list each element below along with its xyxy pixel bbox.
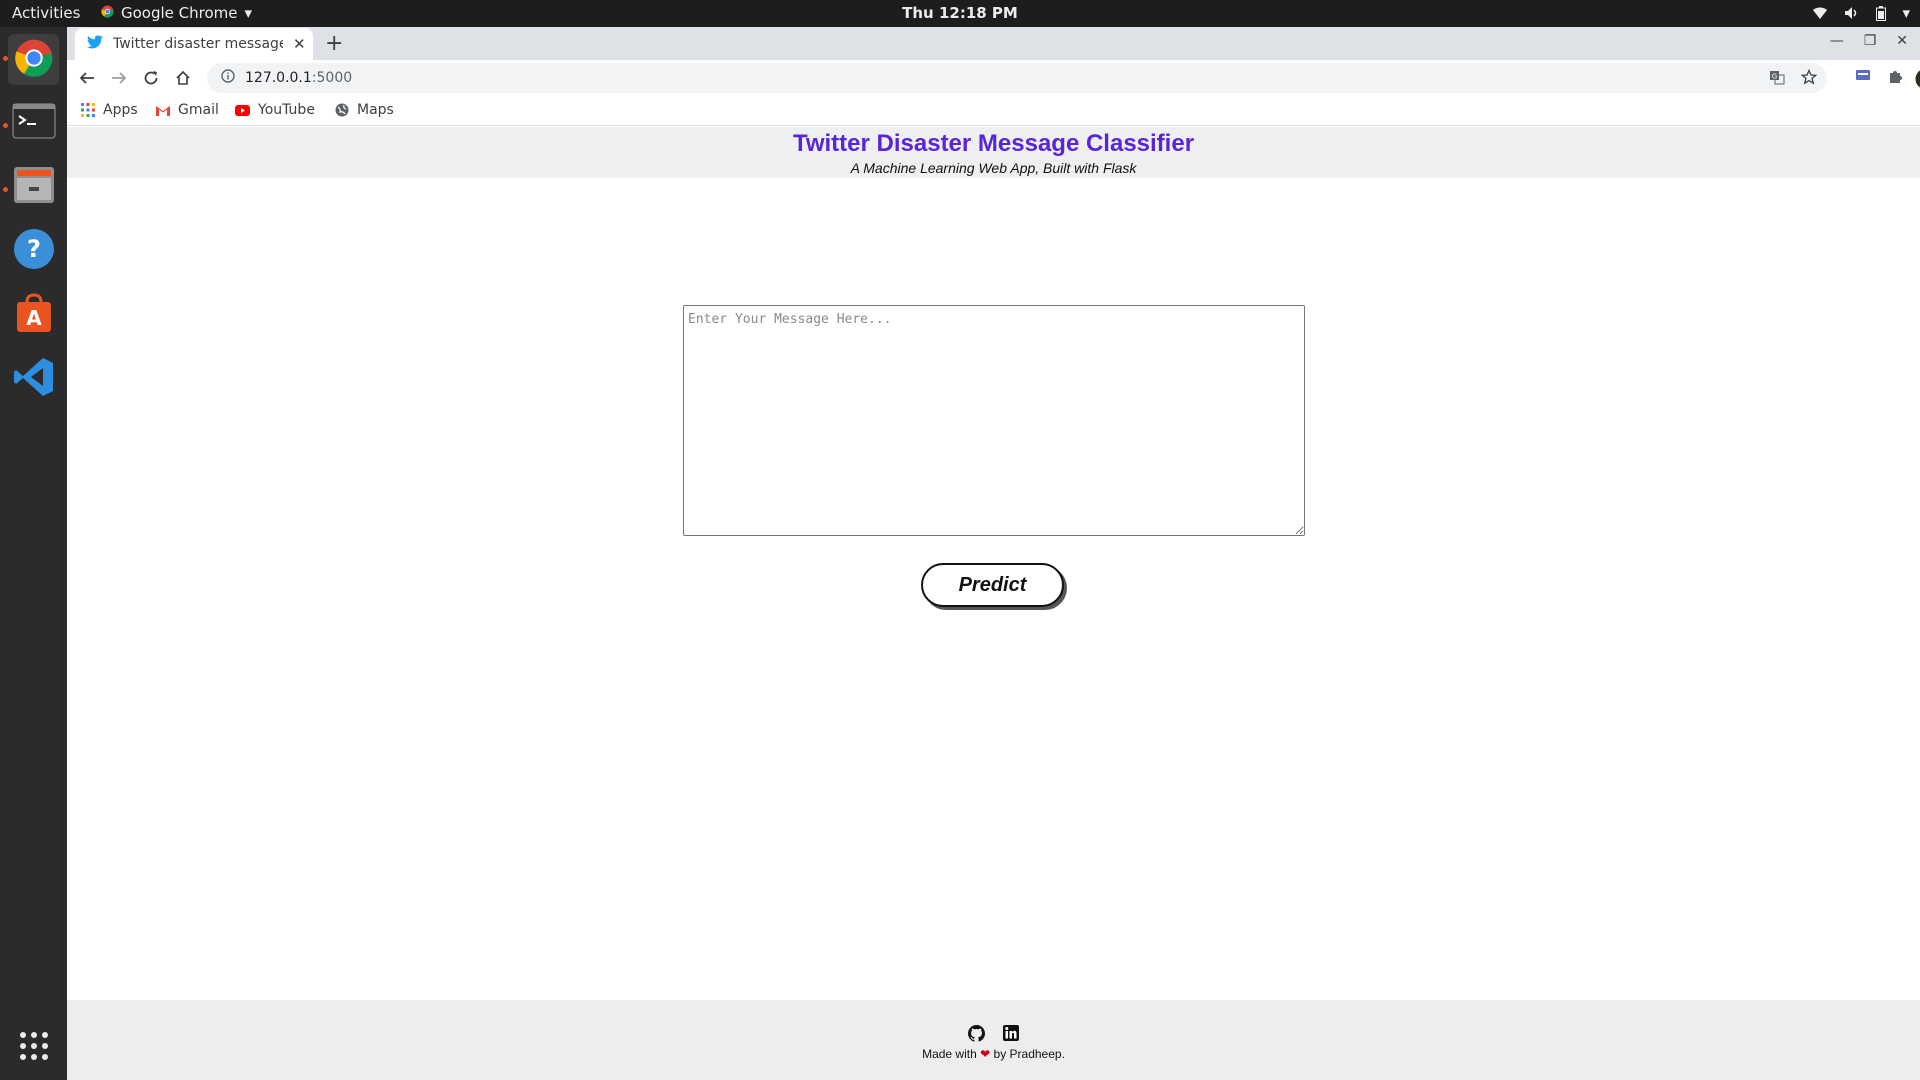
page-footer: Made with ❤ by Pradheep. <box>67 1000 1920 1080</box>
puzzle-extensions-icon[interactable] <box>1887 68 1903 84</box>
dock-help[interactable]: ? <box>8 225 59 276</box>
page-title: Twitter Disaster Message Classifier <box>792 130 1195 157</box>
chrome-window: Twitter disaster message classifier ✕ + … <box>67 27 1920 1080</box>
close-window-icon[interactable]: ✕ <box>1896 33 1908 49</box>
tab-title: Twitter disaster message classifier <box>113 36 283 52</box>
url-port: :5000 <box>311 70 353 86</box>
new-tab-button[interactable]: + <box>325 31 343 56</box>
footer-social-links <box>67 1025 1920 1046</box>
footer-made-with: Made with <box>922 1047 977 1061</box>
system-top-bar: Activities Google Chrome ▾ Thu 12:18 PM … <box>0 0 1920 27</box>
dock-vscode[interactable] <box>8 353 59 404</box>
dock-software-center[interactable]: A <box>8 289 59 340</box>
page-subtitle: A Machine Learning Web App, Built with F… <box>850 160 1137 176</box>
bookmarks-bar: Apps Gmail YouTube Maps <box>67 96 1920 126</box>
footer-author: by Pradheep. <box>993 1047 1065 1061</box>
twitter-bird-icon <box>87 35 103 53</box>
footer-credit: Made with ❤ by Pradheep. <box>67 1047 1920 1061</box>
app-menu-label: Google Chrome <box>121 4 238 22</box>
dock-running-indicator <box>3 123 8 128</box>
web-page: Twitter Disaster Message Classifier A Ma… <box>67 127 1920 1080</box>
info-icon[interactable] <box>221 69 235 87</box>
linkedin-icon[interactable] <box>1003 1025 1019 1046</box>
terminal-icon <box>12 103 56 143</box>
predict-button[interactable]: Predict <box>921 563 1064 607</box>
address-bar[interactable]: 127.0.0.1:5000 G <box>207 63 1827 93</box>
activities-button[interactable]: Activities <box>12 4 80 22</box>
app-grid-icon <box>18 1030 50 1066</box>
page-header: Twitter Disaster Message Classifier A Ma… <box>67 127 1920 178</box>
home-icon <box>176 70 190 85</box>
dock-files[interactable] <box>8 161 59 212</box>
svg-text:A: A <box>26 306 42 330</box>
tab-strip: Twitter disaster message classifier ✕ + … <box>67 27 1920 60</box>
apps-grid-icon <box>81 103 95 117</box>
youtube-icon <box>235 104 250 116</box>
volume-icon <box>1844 6 1860 20</box>
vscode-icon <box>13 356 55 402</box>
system-tray[interactable]: ▾ <box>1812 4 1910 22</box>
back-button[interactable] <box>77 68 97 88</box>
heart-icon: ❤ <box>980 1047 991 1061</box>
bookmark-label: Maps <box>357 102 394 118</box>
dock-running-indicator <box>3 56 8 61</box>
bookmark-gmail[interactable]: Gmail <box>156 102 219 118</box>
url-host: 127.0.0.1 <box>245 70 312 86</box>
arrow-right-icon <box>112 72 127 84</box>
reload-button[interactable] <box>141 68 161 88</box>
bookmark-label: Gmail <box>178 102 219 118</box>
window-controls: — ❐ ✕ <box>1830 33 1908 49</box>
tab-close-icon[interactable]: ✕ <box>293 35 306 53</box>
clock[interactable]: Thu 12:18 PM <box>0 4 1920 22</box>
bookmark-apps[interactable]: Apps <box>81 102 138 118</box>
github-icon[interactable] <box>968 1025 985 1046</box>
home-button[interactable] <box>173 68 193 88</box>
bookmark-label: Apps <box>103 102 138 118</box>
profile-avatar[interactable] <box>1915 68 1920 90</box>
arrow-left-icon <box>79 72 94 84</box>
dock-show-applications[interactable] <box>8 1022 59 1073</box>
system-menu-chevron-icon: ▾ <box>1902 4 1910 22</box>
globe-icon <box>335 103 349 117</box>
browser-tab[interactable]: Twitter disaster message classifier ✕ <box>75 28 313 60</box>
shopping-bag-icon: A <box>13 292 55 338</box>
chrome-icon <box>14 38 54 82</box>
files-icon <box>13 165 55 209</box>
svg-text:?: ? <box>27 235 41 263</box>
browser-toolbar: 127.0.0.1:5000 G <box>67 60 1920 96</box>
dock-terminal[interactable] <box>8 97 59 148</box>
app-menu[interactable]: Google Chrome ▾ <box>101 4 252 22</box>
dock-chrome[interactable] <box>8 34 59 85</box>
reload-icon <box>144 71 158 85</box>
translate-icon[interactable]: G <box>1769 69 1785 89</box>
chrome-small-icon <box>101 4 114 22</box>
chevron-down-icon: ▾ <box>244 4 253 22</box>
bookmark-maps[interactable]: Maps <box>335 102 394 118</box>
bookmark-star-icon[interactable] <box>1800 68 1818 89</box>
help-icon: ? <box>13 228 55 274</box>
dock: ? A <box>0 27 67 1080</box>
svg-text:G: G <box>1772 73 1777 81</box>
gmail-icon <box>156 105 170 116</box>
extension-icon[interactable] <box>1855 68 1871 82</box>
omnibox-actions: G <box>1769 68 1818 89</box>
battery-icon <box>1876 5 1887 21</box>
wifi-icon <box>1812 6 1828 20</box>
forward-button[interactable] <box>109 68 129 88</box>
restore-icon[interactable]: ❐ <box>1864 33 1877 49</box>
minimize-icon[interactable]: — <box>1830 33 1844 49</box>
bookmark-youtube[interactable]: YouTube <box>235 102 315 118</box>
bookmark-label: YouTube <box>258 102 315 118</box>
dock-running-indicator <box>3 187 8 192</box>
message-input[interactable] <box>683 305 1305 536</box>
